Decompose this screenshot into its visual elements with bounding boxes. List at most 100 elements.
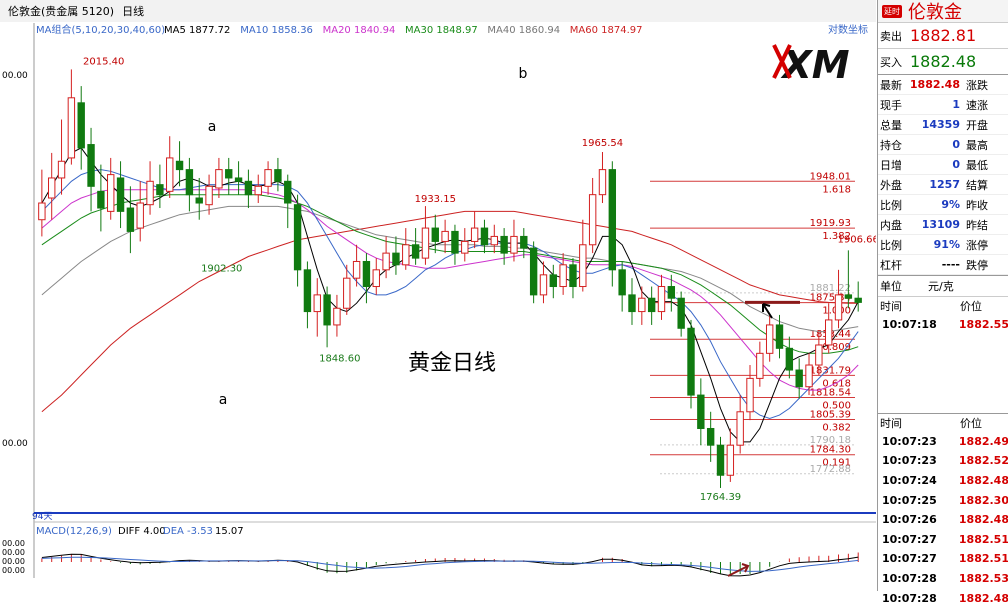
fib-price-label: 1784.30 <box>810 445 851 456</box>
ma-value-label: MA20 1840.94 <box>323 25 396 36</box>
tick-time: 10:07:18 <box>882 318 937 332</box>
stat-row: 现手 1 速涨 <box>878 95 1008 115</box>
candle-body <box>490 235 498 246</box>
stat-right-label: 昨结 <box>966 218 988 232</box>
stat-label: 比例 <box>880 238 902 252</box>
fib-ratio-label: 0.382 <box>822 422 851 433</box>
tick-row: 10:07:26 1882.48 <box>878 510 1008 530</box>
delay-badge: 延时 <box>882 4 902 18</box>
tick-price: 1882.51 <box>958 552 1008 566</box>
wave-label-a-lower: a <box>219 392 228 408</box>
price-chart[interactable]: MA组合(5,10,20,30,40,60)MA5 1877.72 MA10 18… <box>0 0 876 591</box>
candle-body <box>333 307 341 326</box>
fib-price-label: 1818.54 <box>810 388 851 399</box>
candle-body <box>107 174 115 212</box>
wave-label-b: b <box>519 66 528 82</box>
price-extreme-label: 1764.39 <box>700 492 741 503</box>
candle-body <box>411 244 420 259</box>
candle-body <box>38 202 46 221</box>
unit-row: 单位 元/克 <box>878 275 1008 297</box>
candle-body <box>225 169 233 179</box>
macd-dea-value: DEA -3.53 <box>163 526 213 537</box>
candle-body <box>716 444 725 476</box>
price-extreme-label: 1965.54 <box>582 138 623 149</box>
y-axis-edge-label: 00.00 <box>2 71 28 81</box>
candle-body <box>461 240 469 254</box>
ma-value-label: MA5 1877.72 <box>164 25 230 36</box>
tick-header-1: 时间 价位 <box>878 297 1008 315</box>
candle-body <box>529 247 538 296</box>
candle-body <box>549 274 557 288</box>
tick-row: 10:07:23 1882.52 <box>878 451 1008 471</box>
candle-body <box>785 347 794 371</box>
candle-body <box>510 235 518 254</box>
tick-row: 10:07:25 1882.30 <box>878 490 1008 510</box>
tick-header-2: 时间 价位 <box>878 412 1008 432</box>
candle-body <box>706 427 715 446</box>
stat-right-label: 跌停 <box>966 258 988 272</box>
candle-body <box>756 352 764 379</box>
tick-price: 1882.49 <box>958 434 1008 448</box>
tick-time: 10:07:23 <box>882 434 937 448</box>
candle-body <box>195 197 203 204</box>
candle-body <box>775 324 784 349</box>
sell-row[interactable]: 卖出 1882.81 <box>878 23 1008 49</box>
stat-row: 比例 91% 涨停 <box>878 235 1008 255</box>
candle-body <box>175 160 184 171</box>
tick-price: 1882.53 <box>958 572 1008 586</box>
ma-value-label: MA60 1874.97 <box>570 25 643 36</box>
tick-price: 1882.55 <box>958 318 1008 332</box>
tick-price: 1882.48 <box>958 513 1008 527</box>
tick-row: 10:07:27 1882.51 <box>878 530 1008 550</box>
candle-body <box>824 319 833 346</box>
stat-right-label: 涨跌 <box>966 78 988 92</box>
price-extreme-label: 1902.30 <box>201 264 242 275</box>
candle-body <box>48 177 56 199</box>
candle-body <box>421 227 430 259</box>
candle-body <box>274 169 282 182</box>
stat-label: 杠杆 <box>880 258 902 272</box>
unit-label: 单位 <box>880 280 902 293</box>
candle-body <box>618 269 626 296</box>
candle-body <box>647 297 656 313</box>
candle-body <box>402 244 410 266</box>
stat-label: 现手 <box>880 98 902 112</box>
candle-body <box>638 297 646 313</box>
sidebar-header: 延时 伦敦金 <box>878 0 1008 23</box>
fib-price-label: 1919.93 <box>810 218 851 229</box>
stat-value: 14359 <box>921 118 960 131</box>
xm-logo: XM <box>780 43 849 87</box>
price-extreme-label: 1848.60 <box>319 353 360 364</box>
candle-body <box>559 264 567 288</box>
stat-row: 外盘 1257 结算 <box>878 175 1008 195</box>
tick-time: 10:07:28 <box>882 591 937 605</box>
candle-body <box>579 244 587 288</box>
tick-list[interactable]: 10:07:23 1882.49 10:07:23 1882.52 10:07:24 18… <box>878 432 1008 608</box>
ma-value-label: MA10 1858.36 <box>240 25 313 36</box>
macd-hist-value: 15.07 <box>215 526 244 537</box>
candle-body <box>480 227 489 246</box>
price-extreme-label: 1906.66 <box>838 234 876 245</box>
faint-level-label: 1790.18 <box>810 435 851 446</box>
candle-body <box>343 277 351 309</box>
buy-row[interactable]: 买入 1882.48 <box>878 49 1008 75</box>
stat-right-label: 最高 <box>966 138 988 152</box>
time-header-2: 时间 <box>880 416 902 430</box>
candle-body <box>156 184 164 196</box>
stat-value: 9% <box>941 198 960 211</box>
candle-body <box>303 269 312 313</box>
candle-body <box>146 180 154 206</box>
candle-body <box>264 169 272 187</box>
candle-body <box>352 260 361 279</box>
tick-row: 10:07:27 1882.51 <box>878 549 1008 569</box>
faint-level-label: 1772.88 <box>810 464 851 475</box>
stat-value: 0 <box>952 158 960 171</box>
tick-time: 10:07:24 <box>882 474 937 488</box>
candle-body <box>795 369 803 388</box>
candle-body <box>569 264 577 288</box>
stat-value: 1 <box>952 98 960 111</box>
candle-body <box>539 274 548 296</box>
sell-label: 卖出 <box>880 29 902 43</box>
stat-value: 13109 <box>921 218 960 231</box>
candle-body <box>667 286 676 299</box>
